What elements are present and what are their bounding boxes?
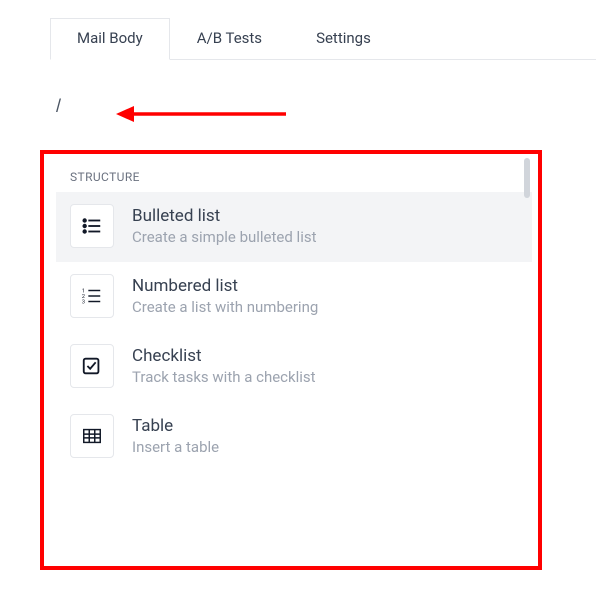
numbered-list-icon: 1 2 3 bbox=[70, 274, 114, 318]
tabs: Mail Body A/B Tests Settings bbox=[50, 18, 596, 60]
menu-item-title: Table bbox=[132, 416, 219, 436]
bulleted-list-icon bbox=[70, 204, 114, 248]
tab-settings[interactable]: Settings bbox=[289, 18, 398, 60]
menu-scrollbar[interactable] bbox=[524, 158, 530, 198]
svg-text:3: 3 bbox=[82, 299, 85, 305]
menu-item-title: Bulleted list bbox=[132, 206, 317, 226]
menu-section-header: STRUCTURE bbox=[56, 156, 532, 192]
menu-item-bulleted-list[interactable]: Bulleted list Create a simple bulleted l… bbox=[56, 192, 532, 262]
menu-item-checklist[interactable]: Checklist Track tasks with a checklist bbox=[56, 332, 532, 402]
slash-command-text: / bbox=[56, 96, 61, 116]
menu-item-numbered-list[interactable]: 1 2 3 Numbered list Create a list with n… bbox=[56, 262, 532, 332]
menu-item-desc: Create a list with numbering bbox=[132, 298, 318, 316]
table-icon bbox=[70, 414, 114, 458]
slash-command-menu: STRUCTURE Bulleted list Create a simple … bbox=[56, 156, 532, 562]
menu-item-desc: Track tasks with a checklist bbox=[132, 368, 316, 386]
checklist-icon bbox=[70, 344, 114, 388]
annotation-arrow-icon bbox=[116, 102, 286, 126]
menu-item-title: Numbered list bbox=[132, 276, 318, 296]
menu-item-desc: Create a simple bulleted list bbox=[132, 228, 317, 246]
tab-mail-body[interactable]: Mail Body bbox=[50, 18, 170, 60]
tab-ab-tests[interactable]: A/B Tests bbox=[170, 18, 289, 60]
menu-item-table[interactable]: Table Insert a table bbox=[56, 402, 532, 472]
editor-body[interactable]: / bbox=[50, 96, 596, 117]
menu-item-desc: Insert a table bbox=[132, 438, 219, 456]
menu-item-title: Checklist bbox=[132, 346, 316, 366]
